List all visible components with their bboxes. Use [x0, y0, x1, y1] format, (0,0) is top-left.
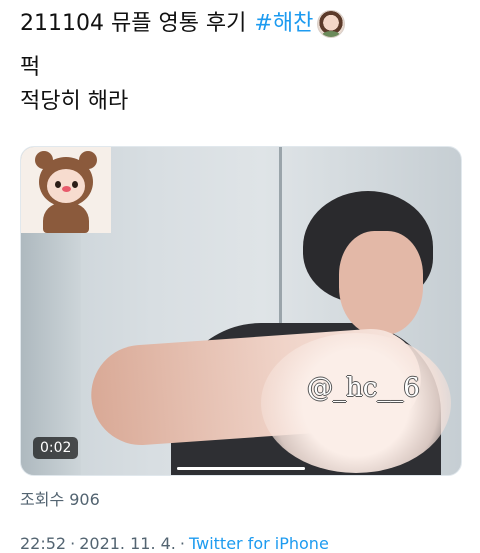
video-player[interactable]: @_hc__6 0:02 [20, 146, 462, 476]
video-duration-badge: 0:02 [33, 437, 79, 459]
bear-body [43, 203, 89, 233]
tweet-source-link[interactable]: Twitter for iPhone [189, 534, 329, 553]
bear-eye-left [55, 181, 61, 188]
tweet-title: 211104 뮤플 영통 후기 [20, 11, 247, 36]
tweet-text-line-2: 퍽 [20, 55, 41, 80]
video-progress-fill [177, 467, 305, 470]
meta-separator: · [70, 534, 76, 553]
avatar-emoji-icon [317, 10, 346, 38]
tweet-title-line: 211104 뮤플 영통 후기 #해찬 [20, 10, 346, 38]
view-count: 조회수 906 [20, 490, 100, 509]
person-fist [261, 333, 451, 473]
meta-separator: · [179, 534, 185, 553]
tweet-meta: 22:52 · 2021. 11. 4. · Twitter for iPhone [20, 534, 329, 553]
tweet: 211104 뮤플 영통 후기 #해찬 퍽 적당히 해라 @_hc__6 0:0… [0, 0, 480, 553]
hashtag-link[interactable]: #해찬 [254, 10, 313, 38]
tweet-date[interactable]: 2021. 11. 4. [79, 534, 176, 553]
bear-nose [62, 186, 71, 192]
tweet-time[interactable]: 22:52 [20, 534, 66, 553]
person-face [339, 231, 423, 335]
tweet-text-line-3: 적당히 해라 [20, 89, 129, 114]
video-progress-bar[interactable] [177, 467, 305, 470]
bear-eye-right [72, 181, 78, 188]
bear-sticker-image [21, 147, 111, 233]
video-watermark: @_hc__6 [307, 373, 420, 403]
